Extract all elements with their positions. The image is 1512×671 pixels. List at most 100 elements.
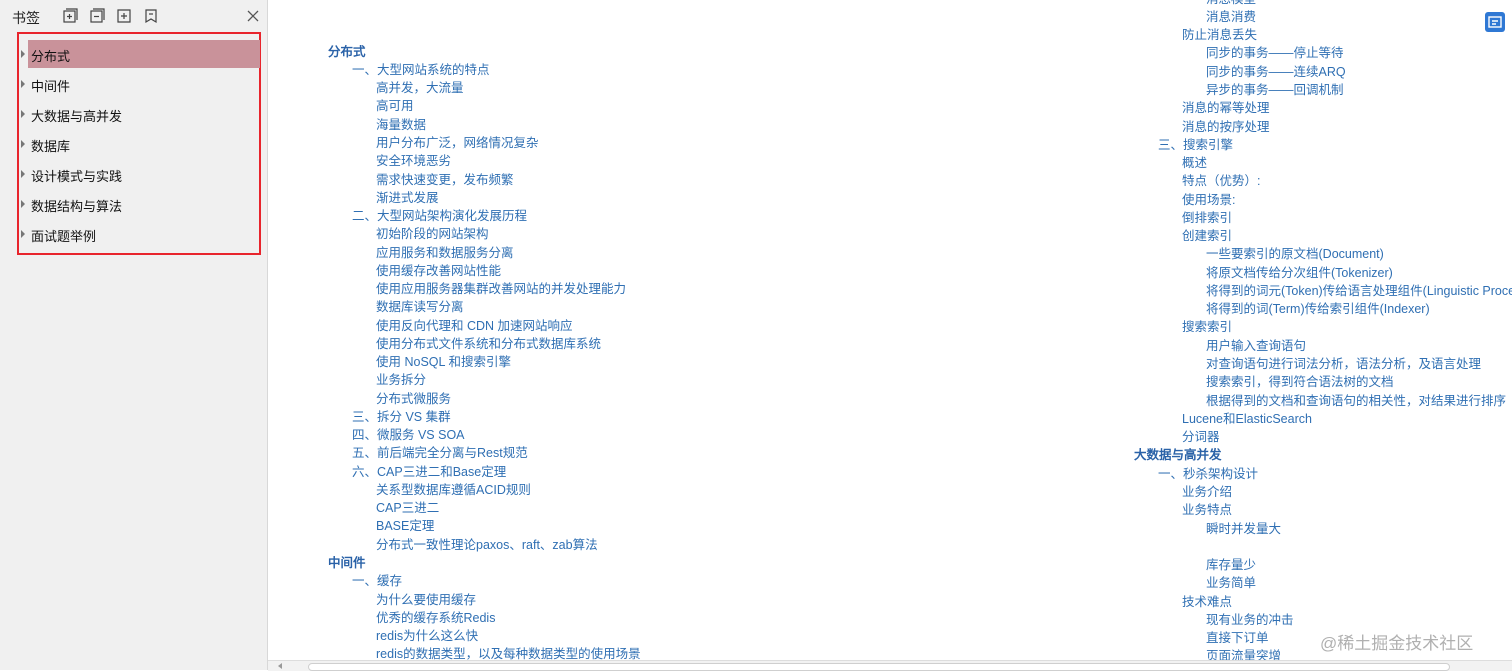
toc-entry[interactable]: 将原文档传给分次组件(Tokenizer)	[1206, 264, 1393, 282]
toc-entry[interactable]: 消息的幂等处理	[1182, 99, 1270, 117]
bookmark-label: 面试题举例	[31, 229, 97, 244]
toc-entry[interactable]: 消息模型	[1206, 0, 1256, 8]
toc-entry[interactable]: 五、前后端完全分离与Rest规范	[352, 444, 528, 462]
toc-entry[interactable]: 直接下订单	[1206, 629, 1269, 647]
document-view: 分布式 一、大型网站系统的特点 高并发，大流量 高可用 海量数据 用户分布广泛，…	[268, 0, 1512, 670]
toc-entry[interactable]: 业务简单	[1206, 574, 1256, 592]
watermark: @稀土掘金技术社区	[1320, 634, 1474, 653]
toc-entry[interactable]: 分词器	[1182, 428, 1220, 446]
bookmark-label: 数据结构与算法	[31, 199, 123, 214]
toc-entry[interactable]: 为什么要使用缓存	[376, 591, 476, 609]
toc-entry[interactable]: 现有业务的冲击	[1206, 611, 1294, 629]
bookmark-icon[interactable]	[142, 7, 160, 25]
bookmark-item-middleware[interactable]: 中间件	[19, 70, 259, 98]
toc-entry[interactable]: Lucene和ElasticSearch	[1182, 410, 1312, 428]
toc-heading[interactable]: 中间件	[328, 554, 366, 572]
toc-entry[interactable]: 分布式一致性理论paxos、raft、zab算法	[376, 536, 598, 554]
toc-entry[interactable]: 一些要索引的原文档(Document)	[1206, 245, 1384, 263]
toc-entry[interactable]: 使用缓存改善网站性能	[376, 262, 501, 280]
close-icon[interactable]	[246, 9, 260, 23]
toc-entry[interactable]: 库存量少	[1206, 556, 1256, 574]
toc-entry[interactable]: 特点（优势）:	[1182, 172, 1260, 190]
toc-entry[interactable]: 使用 NoSQL 和搜索引擎	[376, 353, 511, 371]
toc-entry[interactable]: 将得到的词(Term)传给索引组件(Indexer)	[1206, 300, 1430, 318]
toc-entry[interactable]: 消息的按序处理	[1182, 118, 1270, 136]
add-bookmark-icon[interactable]	[115, 7, 133, 25]
toc-entry[interactable]: 使用应用服务器集群改善网站的并发处理能力	[376, 280, 626, 298]
toc-entry[interactable]: 倒排索引	[1182, 209, 1232, 227]
toc-entry[interactable]: 安全环境恶劣	[376, 152, 451, 170]
bookmark-list: 分布式 中间件 大数据与高并发 数据库 设计模式与实践 数据结构与算法 面试题举…	[17, 32, 261, 255]
toc-entry[interactable]: 同步的事务——停止等待	[1206, 44, 1344, 62]
expand-arrow-icon[interactable]	[21, 170, 25, 178]
horizontal-scrollbar[interactable]	[268, 660, 1512, 671]
bookmark-item-distributed[interactable]: 分布式	[19, 40, 260, 68]
toc-entry[interactable]: 二、大型网站架构演化发展历程	[352, 207, 527, 225]
app-logo-icon[interactable]	[1485, 12, 1505, 32]
toc-entry[interactable]: 业务介绍	[1182, 483, 1232, 501]
toc-entry[interactable]: 需求快速变更，发布频繁	[376, 171, 514, 189]
toc-heading[interactable]: 大数据与高并发	[1134, 446, 1222, 464]
toc-entry[interactable]: 一、大型网站系统的特点	[352, 61, 490, 79]
toc-entry[interactable]: 技术难点	[1182, 593, 1232, 611]
toc-heading[interactable]: 分布式	[328, 43, 366, 61]
toc-entry[interactable]: 数据库读写分离	[376, 298, 464, 316]
toc-entry[interactable]: 用户输入查询语句	[1206, 337, 1306, 355]
scroll-left-icon[interactable]	[278, 663, 282, 669]
bookmark-item-bigdata[interactable]: 大数据与高并发	[19, 100, 259, 128]
toc-entry[interactable]: CAP三进二	[376, 499, 439, 517]
bookmark-item-algorithms[interactable]: 数据结构与算法	[19, 190, 259, 218]
toc-entry[interactable]: 防止消息丢失	[1182, 26, 1257, 44]
expand-all-icon[interactable]	[61, 7, 79, 25]
toc-entry[interactable]: 一、秒杀架构设计	[1158, 465, 1258, 483]
bookmark-label: 设计模式与实践	[31, 169, 123, 184]
bookmark-item-database[interactable]: 数据库	[19, 130, 259, 158]
expand-arrow-icon[interactable]	[21, 230, 25, 238]
toc-entry[interactable]: BASE定理	[376, 517, 434, 535]
toc-entry[interactable]: 海量数据	[376, 116, 426, 134]
toc-entry[interactable]: 使用反向代理和 CDN 加速网站响应	[376, 317, 573, 335]
toc-entry[interactable]: 消息消费	[1206, 8, 1256, 26]
toc-entry[interactable]: 异步的事务——回调机制	[1206, 81, 1344, 99]
toc-entry[interactable]: 高可用	[376, 97, 414, 115]
toc-entry[interactable]: 优秀的缓存系统Redis	[376, 609, 495, 627]
bookmark-panel-header: 书签	[0, 0, 267, 32]
toc-entry[interactable]: 同步的事务——连续ARQ	[1206, 63, 1346, 81]
toc-entry[interactable]: redis为什么这么快	[376, 627, 478, 645]
toc-entry[interactable]: 关系型数据库遵循ACID规则	[376, 481, 531, 499]
toc-entry[interactable]: 瞬时并发量大	[1206, 520, 1281, 538]
toc-entry[interactable]: 概述	[1182, 154, 1207, 172]
toc-entry[interactable]: 渐进式发展	[376, 189, 439, 207]
expand-arrow-icon[interactable]	[21, 200, 25, 208]
bookmark-item-design-patterns[interactable]: 设计模式与实践	[19, 160, 259, 188]
toc-entry[interactable]: 一、缓存	[352, 572, 402, 590]
toc-entry[interactable]: 使用场景:	[1182, 191, 1235, 209]
toc-entry[interactable]: 六、CAP三进二和Base定理	[352, 463, 506, 481]
toc-entry[interactable]: 创建索引	[1182, 227, 1232, 245]
toc-entry[interactable]: 三、拆分 VS 集群	[352, 408, 451, 426]
toc-entry[interactable]: 四、微服务 VS SOA	[352, 426, 465, 444]
bookmark-item-interview[interactable]: 面试题举例	[19, 220, 259, 248]
expand-arrow-icon[interactable]	[21, 110, 25, 118]
toc-entry[interactable]: 业务拆分	[376, 371, 426, 389]
bookmark-panel: 书签 分布式 中间件 大数据与高并发 数据库 设计模式与实践 数据结构与算法 面…	[0, 0, 268, 670]
bookmark-label: 中间件	[31, 79, 71, 94]
expand-arrow-icon[interactable]	[21, 140, 25, 148]
toc-entry[interactable]: 搜索索引	[1182, 318, 1232, 336]
toc-entry[interactable]: 将得到的词元(Token)传给语言处理组件(Linguistic Process…	[1206, 282, 1512, 300]
expand-arrow-icon[interactable]	[21, 80, 25, 88]
toc-entry[interactable]: 用户分布广泛，网络情况复杂	[376, 134, 539, 152]
bookmark-label: 分布式	[31, 49, 71, 64]
collapse-all-icon[interactable]	[88, 7, 106, 25]
toc-entry[interactable]: 对查询语句进行词法分析，语法分析，及语言处理	[1206, 355, 1481, 373]
expand-arrow-icon[interactable]	[21, 50, 25, 58]
toc-entry[interactable]: 搜索索引，得到符合语法树的文档	[1206, 373, 1394, 391]
toc-entry[interactable]: 根据得到的文档和查询语句的相关性，对结果进行排序	[1206, 392, 1506, 410]
toc-entry[interactable]: 初始阶段的网站架构	[376, 225, 489, 243]
toc-entry[interactable]: 高并发，大流量	[376, 79, 464, 97]
toc-entry[interactable]: 使用分布式文件系统和分布式数据库系统	[376, 335, 601, 353]
toc-entry[interactable]: 三、搜索引擎	[1158, 136, 1233, 154]
toc-entry[interactable]: 分布式微服务	[376, 390, 451, 408]
toc-entry[interactable]: 应用服务和数据服务分离	[376, 244, 514, 262]
toc-entry[interactable]: 业务特点	[1182, 501, 1232, 519]
